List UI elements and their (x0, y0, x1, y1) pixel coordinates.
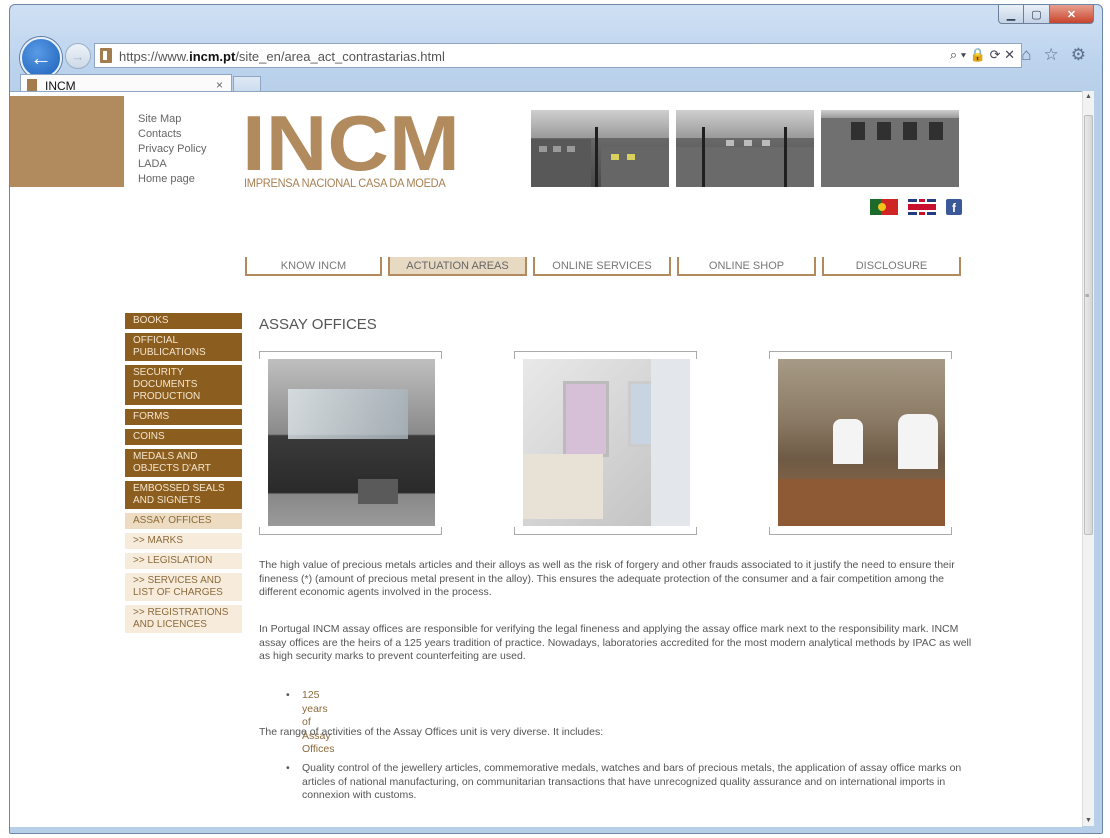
header-photo-2 (676, 110, 814, 187)
url-domain: incm.pt (189, 49, 236, 64)
header-color-block (10, 96, 124, 187)
header-photo-3 (821, 110, 959, 187)
browser-toolbar-icons: ⌂ ☆ ⚙ (1021, 45, 1086, 65)
nav-online-services[interactable]: ONLINE SERVICES (533, 257, 671, 276)
logo-subtitle: IMPRENSA NACIONAL CASA DA MOEDA (244, 176, 446, 190)
english-flag-icon[interactable] (908, 199, 936, 215)
gear-icon[interactable]: ⚙ (1071, 45, 1086, 65)
url-prefix: https://www. (119, 49, 190, 64)
address-bar[interactable]: https://www.incm.pt/site_en/area_act_con… (94, 43, 1022, 68)
portuguese-flag-icon[interactable] (870, 199, 898, 215)
scroll-grip-icon: ≡ (1085, 293, 1090, 300)
scroll-up-icon[interactable]: ▲ (1085, 93, 1092, 100)
scroll-down-icon[interactable]: ▼ (1085, 817, 1092, 824)
url-text[interactable]: https://www.incm.pt/site_en/area_act_con… (119, 49, 445, 64)
vertical-scrollbar[interactable]: ▲ ≡ ▼ (1082, 91, 1094, 826)
language-flags: f (870, 199, 962, 215)
side-navigation: BOOKS OFFICIAL PUBLICATIONS SECURITY DOC… (125, 313, 242, 637)
sidenav-coins[interactable]: COINS (125, 429, 242, 445)
logo-text: INCM (244, 112, 460, 176)
back-button[interactable]: ← (20, 37, 62, 79)
top-link-home-page[interactable]: Home page (138, 172, 206, 187)
gallery-photo-2[interactable] (514, 351, 699, 535)
gallery-photo-1[interactable] (259, 351, 444, 535)
sidenav-embossed-seals[interactable]: EMBOSSED SEALS AND SIGNETS (125, 481, 242, 509)
nav-disclosure[interactable]: DISCLOSURE (822, 257, 961, 276)
sidenav-services-charges[interactable]: >> SERVICES AND LIST OF CHARGES (125, 573, 242, 601)
intro-paragraph: The high value of precious metals articl… (259, 559, 955, 598)
tab-close-icon[interactable]: × (216, 78, 223, 92)
facebook-icon[interactable]: f (946, 199, 962, 215)
header-photo-1 (531, 110, 669, 187)
arrow-left-icon: ← (30, 45, 52, 70)
bullet-dot: • (286, 689, 290, 701)
sidenav-books[interactable]: BOOKS (125, 313, 242, 329)
bullet-dot: • (286, 762, 290, 774)
sidenav-legislation[interactable]: >> LEGISLATION (125, 553, 242, 569)
star-icon[interactable]: ☆ (1044, 45, 1059, 65)
page-content: Site Map Contacts Privacy Policy LADA Ho… (10, 91, 1082, 827)
sidenav-registrations[interactable]: >> REGISTRATIONS AND LICENCES (125, 605, 242, 633)
top-link-privacy-policy[interactable]: Privacy Policy (138, 142, 206, 157)
close-window-button[interactable]: ✕ (1050, 5, 1094, 24)
top-link-contacts[interactable]: Contacts (138, 127, 206, 142)
window-controls: ▁ ▢ ✕ (998, 5, 1094, 24)
forward-button[interactable]: → (65, 43, 91, 69)
home-icon[interactable]: ⌂ (1021, 45, 1031, 65)
portugal-paragraph: In Portugal INCM assay offices are respo… (259, 623, 972, 662)
link-125-years[interactable]: 125 years of Assay Offices (302, 689, 334, 757)
sidenav-official-publications[interactable]: OFFICIAL PUBLICATIONS (125, 333, 242, 361)
site-favicon-icon (100, 48, 112, 63)
page-title: ASSAY OFFICES (259, 316, 377, 333)
quality-control-text: Quality control of the jewellery article… (302, 762, 962, 801)
gallery-photo-3[interactable] (769, 351, 954, 535)
scroll-thumb[interactable] (1084, 115, 1093, 535)
top-link-site-map[interactable]: Site Map (138, 112, 206, 127)
sidenav-assay-offices[interactable]: ASSAY OFFICES (125, 513, 242, 529)
address-bar-icons[interactable]: ⌕ ▾ 🔒 ⟳ ✕ (950, 47, 1015, 63)
url-path: /site_en/area_act_contrastarias.html (235, 49, 445, 64)
nav-online-shop[interactable]: ONLINE SHOP (677, 257, 816, 276)
top-navigation: KNOW INCM ACTUATION AREAS ONLINE SERVICE… (245, 257, 961, 276)
minimize-button[interactable]: ▁ (998, 5, 1024, 24)
nav-know-incm[interactable]: KNOW INCM (245, 257, 382, 276)
nav-actuation-areas[interactable]: ACTUATION AREAS (388, 257, 527, 276)
top-links: Site Map Contacts Privacy Policy LADA Ho… (138, 112, 206, 187)
header-photos (531, 110, 959, 187)
sidenav-marks[interactable]: >> MARKS (125, 533, 242, 549)
sidenav-medals[interactable]: MEDALS AND OBJECTS D'ART (125, 449, 242, 477)
sidenav-security-documents[interactable]: SECURITY DOCUMENTS PRODUCTION (125, 365, 242, 405)
sidenav-forms[interactable]: FORMS (125, 409, 242, 425)
top-link-lada[interactable]: LADA (138, 157, 206, 172)
arrow-right-icon: → (71, 48, 85, 64)
maximize-button[interactable]: ▢ (1024, 5, 1050, 24)
activities-paragraph: The range of activities of the Assay Off… (259, 726, 604, 738)
